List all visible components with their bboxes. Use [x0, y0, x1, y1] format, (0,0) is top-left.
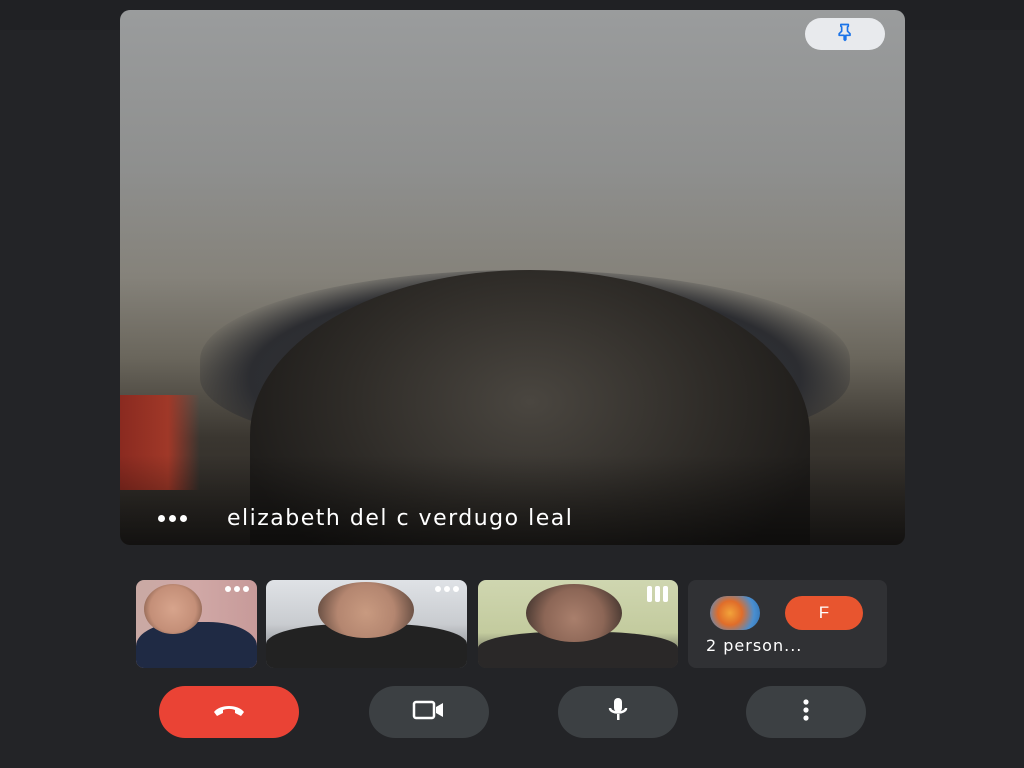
participant-thumbnail[interactable] [266, 580, 467, 668]
participant-face [526, 584, 622, 642]
others-tile[interactable]: F 2 person... [688, 580, 887, 668]
avatar [710, 596, 760, 630]
more-horiz-icon[interactable] [435, 586, 459, 592]
participant-thumbnail[interactable] [478, 580, 678, 668]
camera-toggle-button[interactable] [369, 686, 489, 738]
videocam-icon [412, 699, 446, 726]
participant-body [136, 622, 257, 668]
participant-face [144, 584, 202, 634]
mic-icon [606, 696, 630, 729]
more-options-button[interactable] [746, 686, 866, 738]
participant-name: elizabeth del c verdugo leal [227, 505, 574, 531]
participant-thumbnail[interactable] [136, 580, 257, 668]
mic-toggle-button[interactable] [558, 686, 678, 738]
participant-name-row: elizabeth del c verdugo leal [158, 503, 885, 533]
end-call-button[interactable] [159, 686, 299, 738]
avatar-initial: F [785, 596, 863, 630]
participant-face [318, 582, 414, 638]
pin-button[interactable] [805, 18, 885, 50]
others-count-label: 2 person... [706, 636, 803, 655]
call-end-icon [211, 700, 247, 725]
more-horiz-icon[interactable] [225, 586, 249, 592]
speaking-bars-icon [647, 586, 668, 602]
main-video-tile[interactable]: elizabeth del c verdugo leal [120, 10, 905, 545]
more-vert-icon [802, 698, 810, 727]
more-horiz-icon[interactable] [158, 514, 187, 522]
pin-icon [835, 22, 855, 47]
